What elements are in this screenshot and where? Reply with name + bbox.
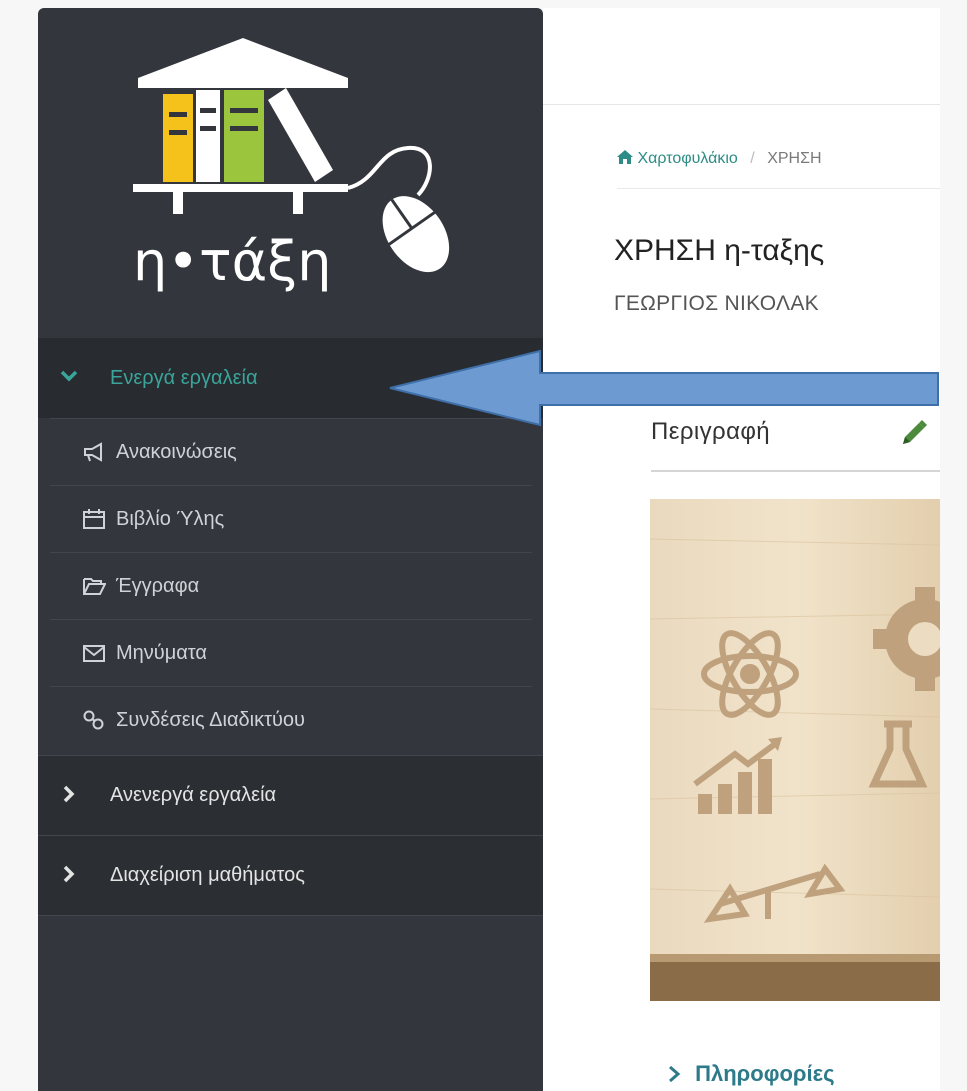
sidebar-item-announcements[interactable]: Ανακοινώσεις	[50, 418, 532, 485]
folder-open-icon	[83, 578, 106, 595]
sidebar-item-web-links[interactable]: Συνδέσεις Διαδικτύου	[50, 686, 532, 753]
section-active-label: Ενεργά εργαλεία	[110, 366, 258, 389]
sidebar-item-label: Βιβλίο Ύλης	[116, 507, 225, 530]
sidebar-item-label: Μηνύματα	[116, 641, 207, 664]
sidebar-divider	[38, 915, 543, 916]
course-teacher: ΓΕΩΡΓΙΟΣ ΝΙΚΟΛΑΚ	[614, 292, 819, 315]
sidebar-item-label: Έγγραφα	[116, 574, 200, 597]
megaphone-icon	[84, 442, 102, 462]
top-navbar	[543, 8, 940, 105]
section-course-admin[interactable]: Διαχείριση μαθήματος	[38, 835, 543, 915]
section-inactive-tools[interactable]: Ανενεργά εργαλεία	[38, 755, 543, 835]
breadcrumb-separator: /	[750, 150, 755, 167]
course-image	[650, 499, 940, 1001]
chevron-right-icon	[63, 865, 75, 883]
sidebar: η•τάξη Ενεργά εργαλεία Ανακοινώσεις Βιβλ…	[38, 8, 543, 1091]
home-icon[interactable]	[617, 150, 637, 167]
chevron-right-icon	[667, 1061, 695, 1086]
sidebar-item-messages[interactable]: Μηνύματα	[50, 619, 532, 686]
chevron-right-icon	[63, 785, 75, 803]
eclass-logo[interactable]: η•τάξη	[128, 30, 458, 320]
chevron-down-icon	[60, 370, 78, 382]
calendar-icon	[83, 509, 105, 529]
info-link-label: Πληροφορίες	[695, 1061, 835, 1086]
logo-wordmark: η•τάξη	[133, 230, 332, 293]
description-divider	[651, 470, 940, 472]
breadcrumb-divider	[617, 188, 940, 189]
breadcrumb: Χαρτοφυλάκιο / ΧΡΗΣΗ	[617, 150, 822, 168]
breadcrumb-current: ΧΡΗΣΗ	[767, 150, 822, 167]
info-link[interactable]: Πληροφορίες	[667, 1061, 835, 1087]
annotation-arrow	[389, 349, 939, 427]
link-icon	[83, 710, 104, 730]
section-inactive-label: Ανενεργά εργαλεία	[110, 784, 277, 806]
section-admin-label: Διαχείριση μαθήματος	[110, 864, 305, 886]
breadcrumb-home-link[interactable]: Χαρτοφυλάκιο	[637, 150, 737, 167]
sidebar-item-label: Συνδέσεις Διαδικτύου	[116, 708, 305, 731]
sidebar-item-course-book[interactable]: Βιβλίο Ύλης	[50, 485, 532, 552]
sidebar-item-label: Ανακοινώσεις	[116, 440, 237, 463]
course-title: ΧΡΗΣΗ η-ταξης	[614, 234, 825, 267]
sidebar-item-documents[interactable]: Έγγραφα	[50, 552, 532, 619]
main-content: Χαρτοφυλάκιο / ΧΡΗΣΗ ΧΡΗΣΗ η-ταξης ΓΕΩΡΓ…	[543, 8, 940, 1091]
envelope-icon	[83, 645, 105, 662]
